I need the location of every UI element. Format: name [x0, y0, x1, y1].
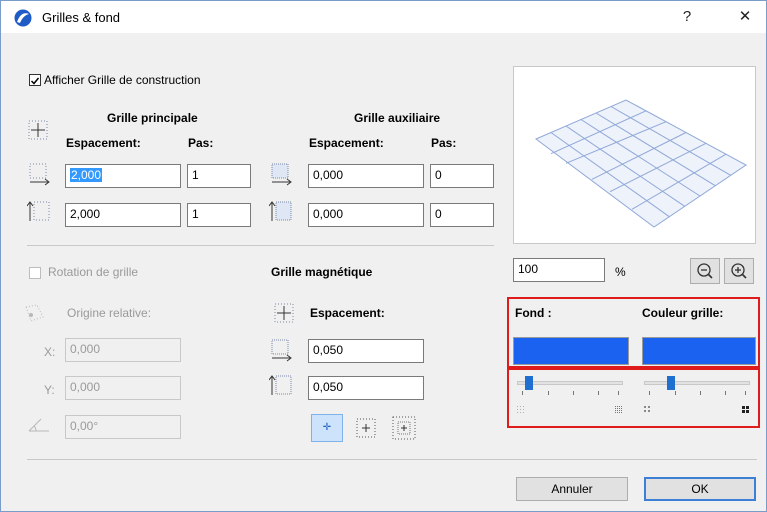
grid-rotation-label[interactable]: Rotation de grille	[48, 265, 138, 279]
main-grid-step-header: Pas:	[188, 136, 214, 150]
section-divider	[27, 245, 494, 246]
tick-mark	[725, 391, 726, 395]
vertical-spacing-icon	[27, 199, 51, 223]
zoom-input[interactable]: 100	[513, 258, 605, 282]
origin-y-input[interactable]: 0,000	[65, 376, 181, 400]
relative-origin-icon	[23, 303, 47, 325]
background-color-label: Fond :	[515, 306, 552, 320]
cancel-button[interactable]: Annuler	[516, 477, 628, 501]
footer-divider	[27, 459, 757, 460]
snap-grid-icon	[273, 302, 295, 324]
aux-grid-title: Grille auxiliaire	[354, 111, 441, 125]
show-grid-checkbox[interactable]	[29, 74, 41, 86]
bold-grid-icon	[742, 403, 750, 417]
archicad-app-icon	[14, 9, 32, 27]
main-grid-spacing-header: Espacement:	[66, 136, 141, 150]
aux-horizontal-step-input[interactable]: 0	[430, 164, 494, 188]
dialog-title: Grilles & fond	[42, 10, 121, 25]
grids-background-dialog: Grilles & fond ? ✕ Afficher Grille de co…	[0, 0, 767, 512]
zoom-in-icon	[731, 263, 747, 279]
sparse-grid-icon	[517, 403, 525, 417]
grid-preview	[513, 66, 756, 244]
aux-horizontal-spacing-input[interactable]: 0,000	[308, 164, 424, 188]
y-label: Y:	[44, 383, 55, 397]
tick-mark	[618, 391, 619, 395]
snap-grid-large-button[interactable]	[391, 416, 417, 440]
snap-vertical-icon	[269, 373, 293, 397]
angle-icon	[27, 415, 51, 435]
snap-grid-small-button[interactable]	[353, 416, 379, 440]
x-label: X:	[44, 345, 56, 359]
zoom-in-button[interactable]	[724, 258, 754, 284]
tick-mark	[700, 391, 701, 395]
grid-rotation-checkbox[interactable]	[29, 267, 41, 279]
main-horizontal-step-input[interactable]: 1	[187, 164, 251, 188]
angle-input[interactable]: 0,00°	[65, 415, 181, 439]
tick-mark	[522, 391, 523, 395]
help-button[interactable]: ?	[675, 6, 699, 28]
main-horizontal-spacing-input[interactable]: 2,000	[65, 164, 181, 188]
snap-center-button[interactable]: ✛	[311, 414, 343, 442]
light-grid-icon	[644, 403, 652, 417]
slider-track	[644, 381, 750, 385]
grid-plane-preview-icon	[535, 99, 747, 228]
zoom-out-icon	[697, 263, 713, 279]
tick-mark	[548, 391, 549, 395]
grid-color-swatch[interactable]	[642, 337, 756, 365]
tick-mark	[573, 391, 574, 395]
grid-spacing-icon	[27, 119, 49, 141]
tick-mark	[649, 391, 650, 395]
aux-vertical-step-input[interactable]: 0	[430, 203, 494, 227]
main-grid-title: Grille principale	[107, 111, 198, 125]
tick-mark	[745, 391, 746, 395]
aux-vertical-spacing-icon	[269, 199, 293, 223]
origin-x-input[interactable]: 0,000	[65, 338, 181, 362]
snap-grid-title: Grille magnétique	[271, 265, 373, 279]
dense-grid-icon	[615, 403, 623, 417]
aux-grid-step-header: Pas:	[431, 136, 457, 150]
show-grid-label[interactable]: Afficher Grille de construction	[44, 73, 201, 87]
checkmark-icon	[30, 77, 40, 85]
tick-mark	[675, 391, 676, 395]
snap-horizontal-spacing-input[interactable]: 0,050	[308, 339, 424, 363]
close-icon[interactable]: ✕	[733, 6, 757, 28]
grid-density-slider[interactable]	[644, 375, 750, 415]
aux-horizontal-spacing-icon	[269, 162, 293, 186]
main-vertical-step-input[interactable]: 1	[187, 203, 251, 227]
snap-vertical-spacing-input[interactable]: 0,050	[308, 376, 424, 400]
zoom-unit-label: %	[615, 265, 626, 279]
horizontal-spacing-icon	[27, 162, 51, 186]
main-vertical-spacing-input[interactable]: 2,000	[65, 203, 181, 227]
slider-thumb[interactable]	[525, 376, 533, 390]
snap-spacing-header: Espacement:	[310, 306, 385, 320]
background-density-slider[interactable]	[517, 375, 623, 415]
aux-vertical-spacing-input[interactable]: 0,000	[308, 203, 424, 227]
tick-mark	[598, 391, 599, 395]
slider-thumb[interactable]	[667, 376, 675, 390]
aux-grid-spacing-header: Espacement:	[309, 136, 384, 150]
relative-origin-label: Origine relative:	[67, 306, 152, 320]
background-color-swatch[interactable]	[513, 337, 629, 365]
snap-horizontal-icon	[269, 338, 293, 362]
ok-button[interactable]: OK	[644, 477, 756, 501]
zoom-out-button[interactable]	[690, 258, 720, 284]
grid-color-label: Couleur grille:	[642, 306, 724, 320]
